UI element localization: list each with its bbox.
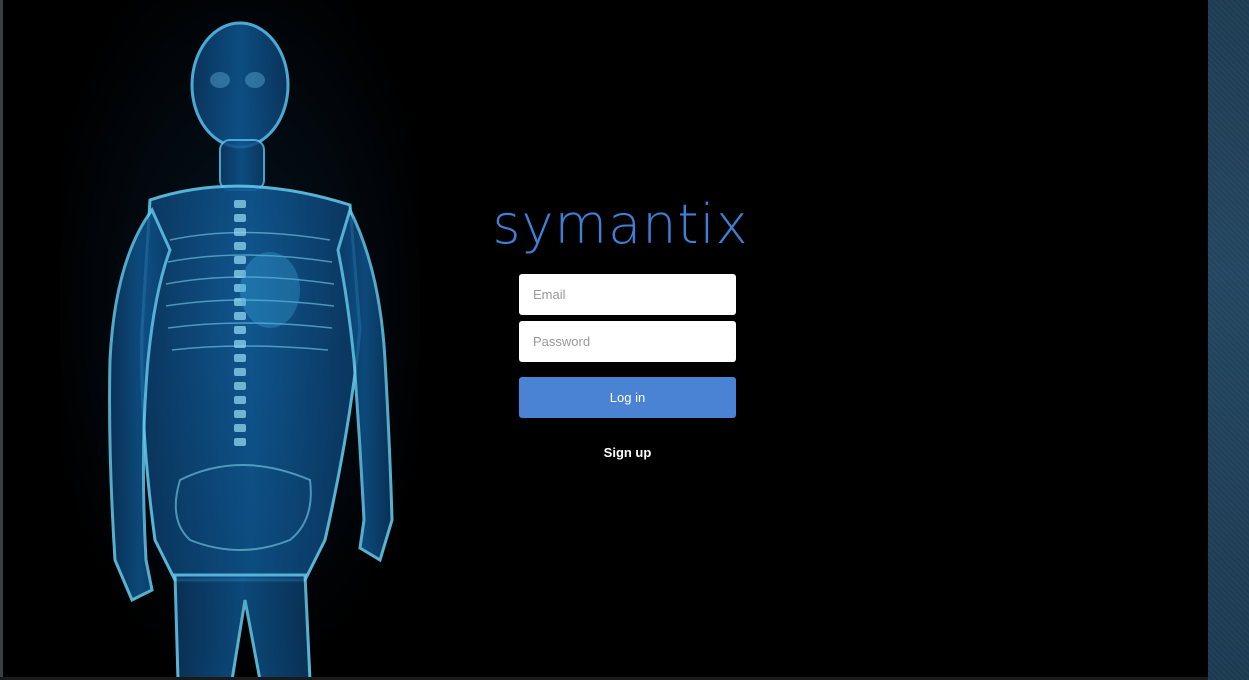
xray-body-illustration xyxy=(60,0,420,680)
password-field[interactable] xyxy=(519,321,736,362)
desktop-background-edge xyxy=(1208,0,1249,680)
login-page: symantix Log in Sign up xyxy=(0,0,1249,680)
window-left-edge xyxy=(0,0,3,680)
app-logo: symantix xyxy=(492,193,749,256)
email-field[interactable] xyxy=(519,274,736,315)
login-form: symantix Log in Sign up xyxy=(492,190,747,460)
signup-link[interactable]: Sign up xyxy=(604,445,652,460)
login-button[interactable]: Log in xyxy=(519,377,736,418)
